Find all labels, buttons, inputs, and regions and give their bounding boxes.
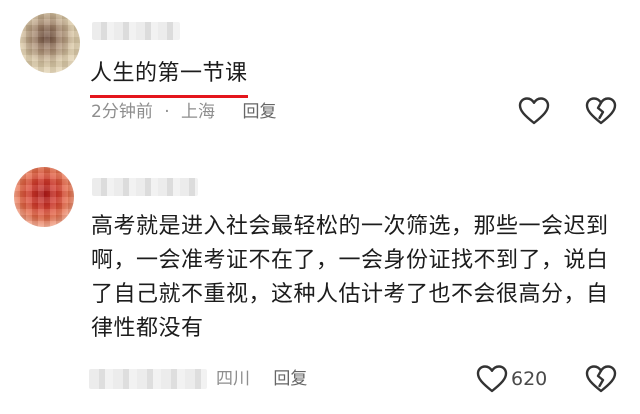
comment-time: 2分钟前 xyxy=(91,102,153,122)
reply-button[interactable]: 回复 xyxy=(242,102,276,122)
broken-heart-icon[interactable] xyxy=(584,362,618,396)
username-blurred[interactable] xyxy=(92,178,198,196)
comment-time-blurred xyxy=(89,369,207,389)
avatar[interactable] xyxy=(20,13,80,73)
comment-meta: 2分钟前 · 上海 回复 xyxy=(91,101,276,123)
meta-separator: · xyxy=(164,102,170,122)
reply-button[interactable]: 回复 xyxy=(273,369,307,389)
comment-location: 上海 xyxy=(181,102,216,122)
comment-meta: 四川 回复 xyxy=(216,368,307,390)
heart-outline-icon[interactable] xyxy=(517,94,551,128)
avatar[interactable] xyxy=(14,167,74,227)
username-blurred[interactable] xyxy=(92,22,180,40)
comment-text: 高考就是进入社会最轻松的一次筛选，那些一会迟到啊，一会准考证不在了，一会身份证找… xyxy=(91,214,609,341)
comment-location: 四川 xyxy=(216,369,250,389)
like-count: 620 xyxy=(511,368,548,390)
heart-outline-icon[interactable] xyxy=(475,362,509,396)
broken-heart-icon[interactable] xyxy=(584,94,618,128)
comment-text: 人生的第一节课 xyxy=(90,57,248,98)
